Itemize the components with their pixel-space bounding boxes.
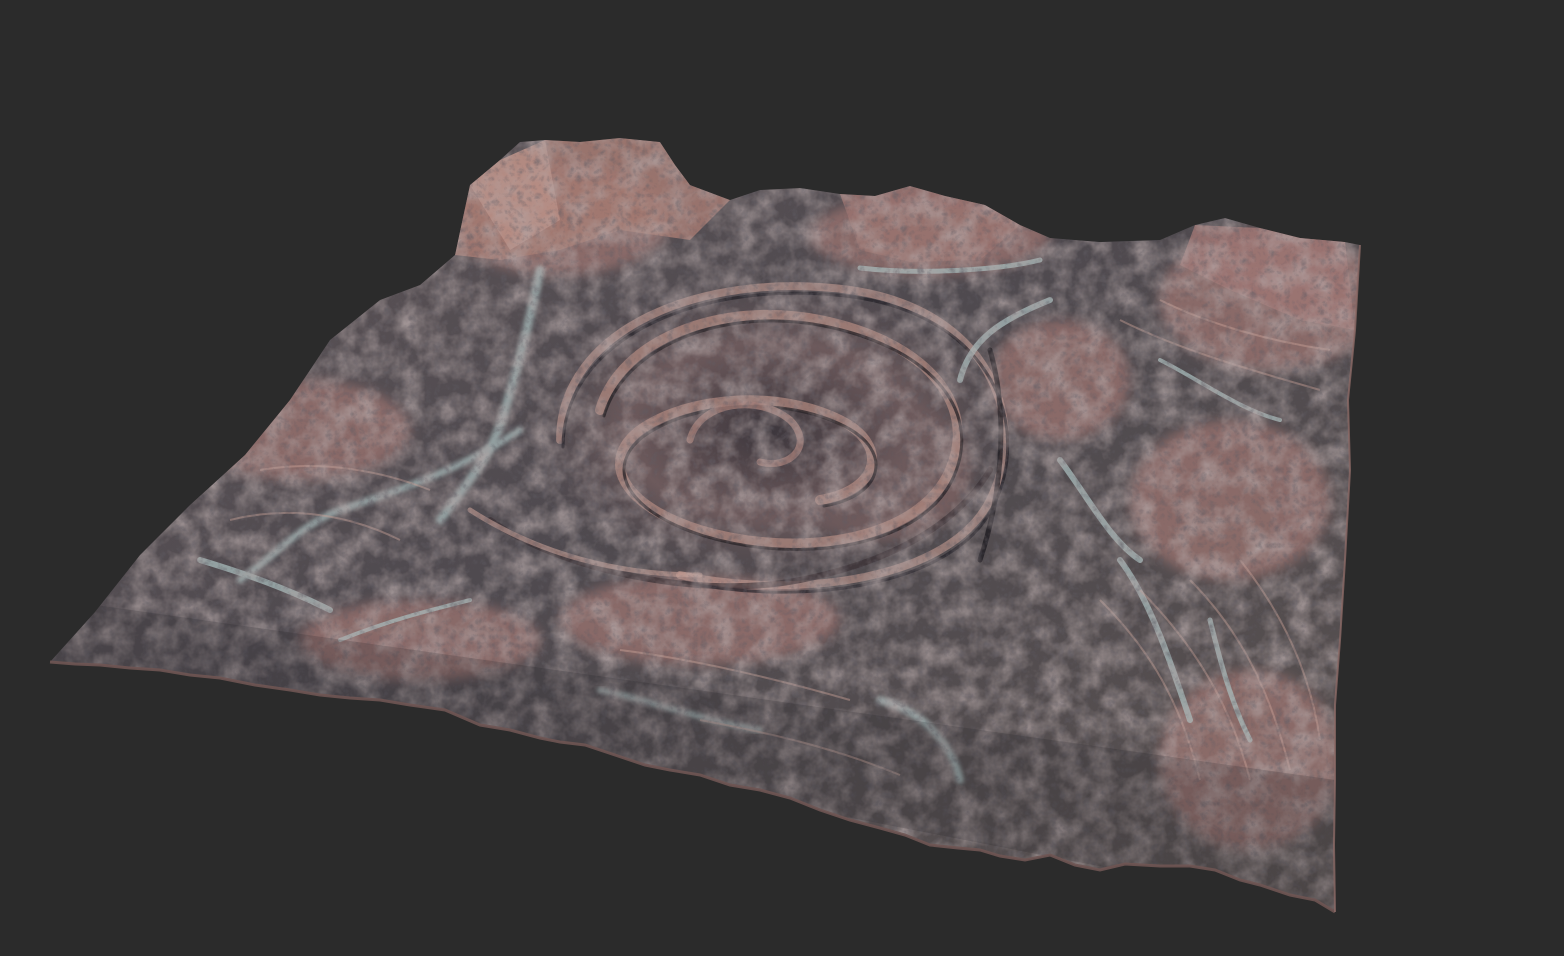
3d-viewport[interactable] <box>0 0 1564 956</box>
terrain-render[interactable] <box>0 0 1564 956</box>
